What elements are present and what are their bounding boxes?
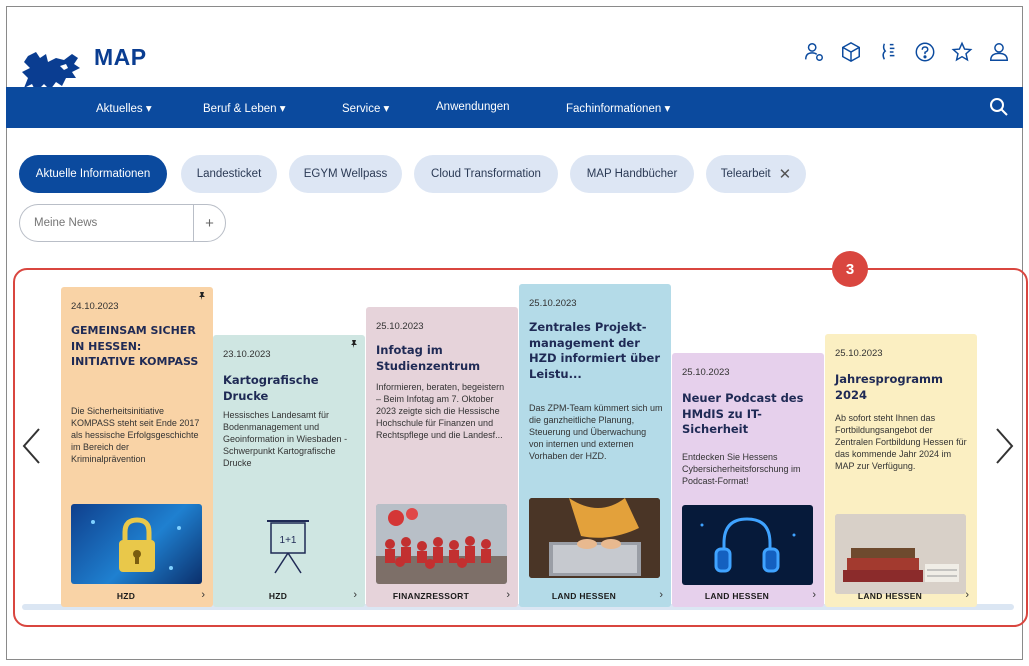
nav-item-aktuelles[interactable]: Aktuelles ▾ [96, 101, 152, 115]
chip-landesticket[interactable]: Landesticket [181, 155, 277, 193]
chip-label: EGYM Wellpass [303, 168, 388, 180]
card-source: FINANZRESSORT [392, 591, 470, 601]
cube-icon[interactable] [839, 40, 863, 64]
card-title: GEMEINSAM SICHER IN HESSEN: INITIATIVE K… [71, 324, 199, 368]
card-title: Neuer Podcast des HMdIS zu IT-Sicherheit [682, 391, 804, 436]
news-card[interactable]: 23.10.2023 Kartografische Drucke Hessisc… [213, 335, 365, 607]
search-icon[interactable] [989, 97, 1009, 117]
star-icon[interactable] [950, 40, 974, 64]
chip-map-handbuecher[interactable]: MAP Handbücher [570, 155, 694, 193]
nav-item-service[interactable]: Service ▾ [342, 101, 389, 115]
news-card[interactable]: 24.10.2023 GEMEINSAM SICHER IN HESSEN: I… [61, 287, 213, 607]
whiteboard-label: 1+1 [280, 535, 297, 546]
user-settings-icon[interactable] [802, 40, 826, 64]
news-card[interactable]: 25.10.2023 Zentrales Projekt-management … [519, 284, 671, 607]
card-footer: LAND HESSEN › [672, 587, 824, 607]
news-card[interactable]: 25.10.2023 Infotag im Studienzentrum Inf… [366, 307, 518, 607]
chevron-right-icon[interactable]: › [506, 589, 510, 601]
card-footer: HZD › [213, 587, 365, 607]
card-text: Informieren, beraten, begeistern – Beim … [376, 382, 505, 440]
accessibility-icon[interactable] [876, 40, 900, 64]
card-image-laptop [529, 498, 660, 578]
profile-icon[interactable] [987, 40, 1011, 64]
chip-label: Landesticket [196, 168, 262, 180]
chip-egym-wellpass[interactable]: EGYM Wellpass [289, 155, 402, 193]
nav-item-beruf-leben[interactable]: Beruf & Leben ▾ [203, 101, 286, 115]
chip-label: Aktuelle Informationen [35, 168, 151, 180]
nav-item-fachinformationen[interactable]: Fachinformationen ▾ [566, 101, 670, 115]
news-card[interactable]: 25.10.2023 Jahresprogramm 2024 Ab sofort… [825, 334, 977, 607]
chip-telearbeit[interactable]: Telearbeit ✕ [706, 155, 806, 193]
card-title: Zentrales Projekt-management der HZD inf… [529, 320, 661, 381]
card-source: HZD [116, 591, 136, 601]
card-text: Hessisches Landesamt für Bodenmanagement… [223, 410, 348, 468]
card-footer: FINANZRESSORT › [366, 587, 518, 607]
card-date: 25.10.2023 [835, 348, 883, 359]
main-navigation: Aktuelles ▾ Beruf & Leben ▾ Service ▾ An… [6, 87, 1023, 128]
close-icon[interactable]: ✕ [779, 167, 792, 182]
brand-title[interactable]: MAP [94, 44, 147, 71]
card-source: HZD [268, 591, 288, 601]
meine-news-input[interactable] [19, 204, 193, 242]
card-text: Entdecken Sie Hessens Cybersicherheitsfo… [682, 452, 801, 486]
card-title: Jahresprogramm 2024 [835, 372, 943, 402]
step-badge: 3 [832, 251, 868, 287]
carousel-next-button[interactable] [994, 426, 1016, 466]
card-source: LAND HESSEN [551, 591, 617, 601]
chip-label: MAP Handbücher [586, 168, 678, 180]
chip-cloud-transformation[interactable]: Cloud Transformation [414, 155, 558, 193]
chip-label: Telearbeit [720, 168, 771, 180]
card-footer: LAND HESSEN › [825, 587, 977, 607]
card-text: Die Sicherheitsinitiative KOMPASS steht … [71, 406, 200, 464]
card-image-books [835, 514, 966, 594]
header-tools [802, 40, 1011, 64]
card-date: 25.10.2023 [376, 321, 424, 332]
chevron-right-icon[interactable]: › [201, 589, 205, 601]
card-date: 25.10.2023 [529, 298, 577, 309]
chevron-right-icon[interactable]: › [353, 589, 357, 601]
news-card[interactable]: 25.10.2023 Neuer Podcast des HMdIS zu IT… [672, 353, 824, 607]
card-image-headphones [682, 505, 813, 585]
card-date: 23.10.2023 [223, 349, 271, 360]
chevron-right-icon[interactable]: › [659, 589, 663, 601]
nav-item-anwendungen[interactable]: Anwendungen [436, 101, 510, 113]
card-image-group-photo [376, 504, 507, 584]
chip-aktuelle-informationen[interactable]: Aktuelle Informationen [19, 155, 167, 193]
card-image-whiteboard: 1+1 [223, 505, 354, 585]
chip-label: Cloud Transformation [431, 168, 541, 180]
pin-icon[interactable] [197, 291, 207, 301]
card-footer: HZD › [61, 587, 213, 607]
help-icon[interactable] [913, 40, 937, 64]
card-source: LAND HESSEN [704, 591, 770, 601]
card-text: Ab sofort steht Ihnen das Fortbildungsan… [835, 413, 967, 471]
chevron-right-icon[interactable]: › [965, 589, 969, 601]
chevron-right-icon[interactable]: › [812, 589, 816, 601]
card-date: 25.10.2023 [682, 367, 730, 378]
card-image-padlock [71, 504, 202, 584]
card-footer: LAND HESSEN › [519, 587, 671, 607]
card-date: 24.10.2023 [71, 301, 119, 312]
card-title: Kartografische Drucke [223, 373, 319, 403]
card-text: Das ZPM-Team kümmert sich um die ganzhei… [529, 403, 663, 461]
card-source: LAND HESSEN [857, 591, 923, 601]
carousel-prev-button[interactable] [20, 426, 42, 466]
card-title: Infotag im Studienzentrum [376, 343, 481, 373]
pin-icon[interactable] [349, 339, 359, 349]
